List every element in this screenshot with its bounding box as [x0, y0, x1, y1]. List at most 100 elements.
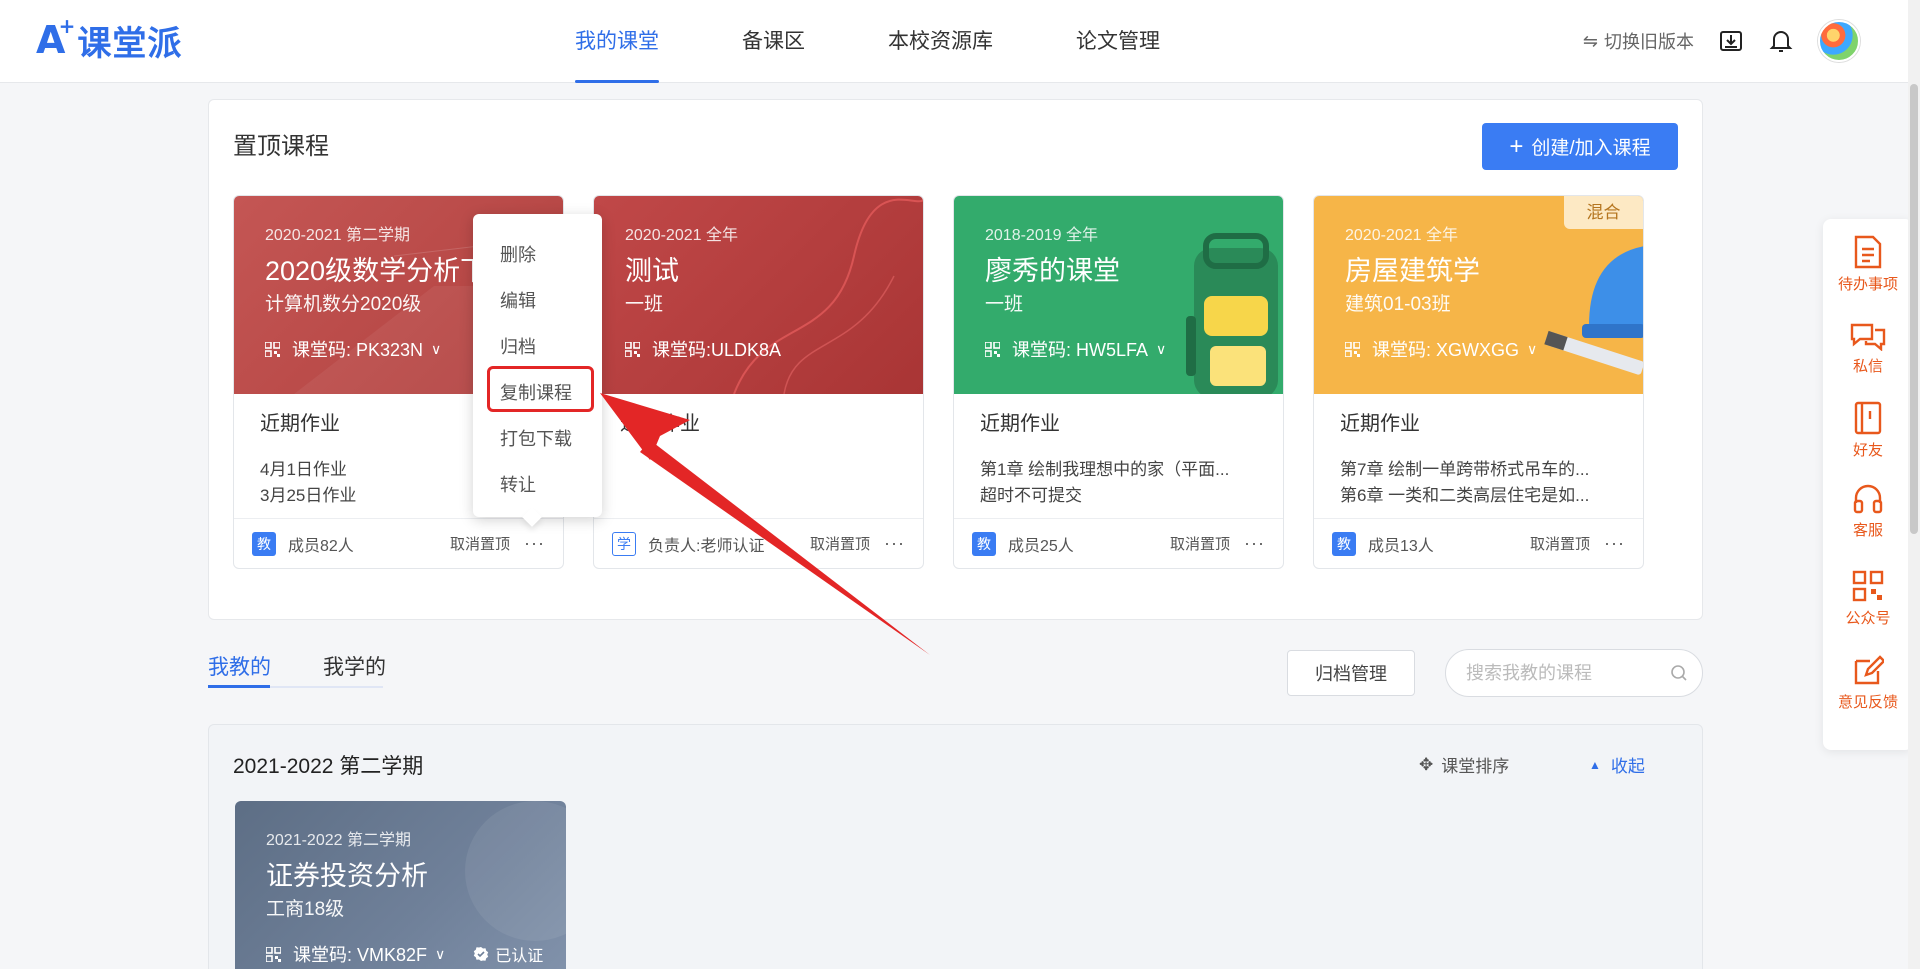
chevron-down-icon: ∨ — [435, 945, 446, 962]
todo-button[interactable]: 待办事项 — [1823, 235, 1913, 294]
course-card-banner[interactable]: 2020-2021 全年 测试 一班 课堂码:ULDK8A — [594, 196, 923, 394]
course-tabs: 我教的 我学的 — [208, 644, 438, 689]
course-card-banner[interactable]: 混合 2020-2021 全年 房屋建筑学 建筑01-03班 课堂码: XGWX… — [1314, 196, 1643, 394]
chat-icon — [1850, 323, 1886, 351]
chevron-down-icon: ∨ — [1156, 340, 1167, 357]
page-scrollbar[interactable] — [1908, 0, 1920, 969]
course-code[interactable]: 课堂码: VMK82F ∨ 已认证 — [266, 941, 543, 967]
semester-panel: 2021-2022 第二学期 ✥ 课堂排序 ▲ 收起 2021-2022 第二学… — [208, 724, 1703, 969]
member-count: 成员13人 — [1368, 537, 1434, 555]
collapse-button[interactable]: ▲ 收起 — [1589, 752, 1645, 777]
qr-code-icon — [1852, 570, 1884, 602]
plus-icon: + — [1509, 132, 1524, 160]
switch-arrows-icon: ⇋ — [1582, 30, 1598, 51]
course-class: 工商18级 — [266, 899, 345, 920]
nav-lesson-prep[interactable]: 备课区 — [742, 0, 805, 83]
unpin-button[interactable]: 取消置顶 — [1170, 533, 1230, 554]
course-class: 一班 — [985, 294, 1024, 315]
course-name: 测试 — [625, 256, 679, 286]
unpin-button[interactable]: 取消置顶 — [1530, 533, 1590, 554]
edit-icon — [1854, 655, 1884, 685]
create-join-course-button[interactable]: + 创建/加入课程 — [1482, 123, 1678, 170]
course-card[interactable]: 混合 2020-2021 全年 房屋建筑学 建筑01-03班 课堂码: XGWX… — [1313, 195, 1644, 569]
homework-item[interactable]: 3月25日作业 — [260, 483, 356, 509]
friends-button[interactable]: 好友 — [1823, 401, 1913, 460]
course-term: 2020-2021 全年 — [625, 227, 738, 244]
course-card-banner[interactable]: 2018-2019 全年 廖秀的课堂 一班 课堂码: HW5LFA ∨ — [954, 196, 1283, 394]
copy-course-highlight-box — [487, 366, 594, 412]
course-code[interactable]: 课堂码: XGWXGG ∨ — [1345, 336, 1537, 362]
bell-icon[interactable] — [1768, 28, 1794, 54]
tab-i-teach[interactable]: 我教的 — [208, 644, 271, 689]
logo-mark: A + — [36, 14, 76, 62]
more-icon[interactable]: ··· — [884, 533, 905, 554]
member-count: 成员82人 — [288, 537, 354, 555]
course-card[interactable]: 2018-2019 全年 廖秀的课堂 一班 课堂码: HW5LFA ∨ 近期作业… — [953, 195, 1284, 569]
homework-title: 近期作业 — [980, 413, 1060, 435]
qr-code-icon — [985, 341, 1000, 357]
more-icon[interactable]: ··· — [1244, 533, 1265, 554]
more-icon[interactable]: ··· — [1604, 533, 1625, 554]
course-name: 2020级数学分析下 — [265, 256, 488, 286]
top-header: A + 课堂派 我的课堂 备课区 本校资源库 论文管理 ⇋ 切换旧版本 — [0, 0, 1920, 83]
scrollbar-thumb[interactable] — [1910, 84, 1918, 534]
qr-code-icon — [625, 341, 640, 357]
course-card[interactable]: 2021-2022 第二学期 证券投资分析 工商18级 课堂码: VMK82F … — [235, 801, 566, 969]
course-search — [1445, 649, 1703, 697]
course-card-footer: 教 成员82人 取消置顶 ··· — [234, 518, 563, 568]
role-badge: 教 — [972, 531, 996, 556]
avatar[interactable] — [1818, 20, 1860, 62]
todo-icon — [1854, 235, 1882, 269]
course-owner: 负责人:老师认证 — [648, 537, 765, 555]
messages-button[interactable]: 私信 — [1823, 321, 1913, 376]
search-input[interactable] — [1466, 662, 1666, 684]
verified-icon — [474, 947, 489, 961]
homework-list: 4月1日作业 3月25日作业 — [260, 457, 356, 509]
course-card-footer: 教 成员13人 取消置顶 ··· — [1314, 518, 1643, 568]
role-badge: 教 — [252, 531, 276, 556]
homework-item[interactable]: 第1章 绘制我理想中的家（平面... — [980, 457, 1229, 483]
unpin-button[interactable]: 取消置顶 — [450, 533, 510, 554]
pinned-courses-panel: 置顶课程 + 创建/加入课程 2020-2021 第二学期 2020级数学分析下 … — [208, 99, 1703, 620]
course-name: 证券投资分析 — [266, 861, 428, 891]
chevron-down-icon: ∨ — [431, 340, 442, 357]
course-card[interactable]: 2020-2021 全年 测试 一班 课堂码:ULDK8A 近期作业 学 负责人… — [593, 195, 924, 569]
menu-item-edit[interactable]: 编辑 — [500, 287, 536, 313]
homework-item[interactable]: 4月1日作业 — [260, 457, 356, 483]
homework-title: 近期作业 — [260, 413, 340, 435]
switch-old-version-link[interactable]: ⇋ 切换旧版本 — [1583, 28, 1694, 54]
course-class: 计算机数分2020级 — [265, 294, 422, 315]
tab-i-learn[interactable]: 我学的 — [323, 644, 386, 689]
nav-school-resources[interactable]: 本校资源库 — [888, 0, 993, 83]
menu-item-archive[interactable]: 归档 — [500, 333, 536, 359]
homework-list: 第7章 绘制一单跨带桥式吊车的... 第6章 一类和二类高层住宅是如... — [1340, 457, 1589, 509]
nav-paper-management[interactable]: 论文管理 — [1076, 0, 1160, 83]
customer-service-button[interactable]: 客服 — [1823, 483, 1913, 540]
menu-item-delete[interactable]: 删除 — [500, 241, 536, 267]
course-code[interactable]: 课堂码:ULDK8A — [625, 336, 781, 362]
logo[interactable]: A + 课堂派 — [36, 14, 182, 63]
headset-icon — [1853, 484, 1883, 514]
right-float-toolbar: 待办事项 私信 好友 客服 公众号 意见反馈 — [1823, 219, 1913, 750]
qr-code-icon — [266, 946, 281, 962]
feedback-button[interactable]: 意见反馈 — [1823, 655, 1913, 712]
course-term: 2020-2021 第二学期 — [265, 227, 410, 244]
menu-item-pack-download[interactable]: 打包下载 — [500, 425, 572, 451]
unpin-button[interactable]: 取消置顶 — [810, 533, 870, 554]
menu-item-transfer[interactable]: 转让 — [500, 471, 536, 497]
homework-title: 近期作业 — [1340, 413, 1420, 435]
more-icon[interactable]: ··· — [524, 533, 545, 554]
archive-management-button[interactable]: 归档管理 — [1287, 650, 1415, 696]
homework-item[interactable]: 第6章 一类和二类高层住宅是如... — [1340, 483, 1589, 509]
official-account-button[interactable]: 公众号 — [1823, 569, 1913, 628]
course-code[interactable]: 课堂码: PK323N ∨ — [265, 336, 441, 362]
nav-my-classes[interactable]: 我的课堂 — [575, 0, 659, 83]
course-card-footer: 教 成员25人 取消置顶 ··· — [954, 518, 1283, 568]
homework-item[interactable]: 第7章 绘制一单跨带桥式吊车的... — [1340, 457, 1589, 483]
semester-title: 2021-2022 第二学期 — [233, 755, 424, 778]
search-icon[interactable] — [1670, 664, 1688, 682]
course-sort-button[interactable]: ✥ 课堂排序 — [1419, 752, 1509, 777]
download-icon[interactable] — [1718, 28, 1744, 54]
course-code[interactable]: 课堂码: HW5LFA ∨ — [985, 336, 1166, 362]
course-term: 2021-2022 第二学期 — [266, 832, 411, 849]
